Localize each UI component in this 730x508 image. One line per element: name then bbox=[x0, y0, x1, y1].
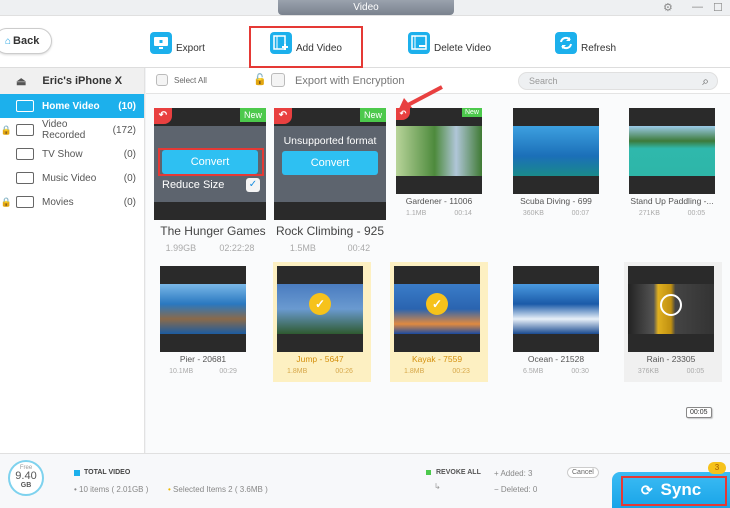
highlight-box-convert bbox=[158, 148, 264, 176]
refresh-label: Refresh bbox=[581, 43, 617, 54]
video-card-hunger-games[interactable]: ↶ New Convert Reduce Size ✓ The Hunger G… bbox=[154, 108, 266, 258]
lock-icon: 🔓 bbox=[253, 74, 267, 86]
video-card-selected[interactable]: ✓ Jump - 5647 1.8MB 00:26 bbox=[273, 262, 371, 382]
gear-icon[interactable]: ⚙ bbox=[663, 1, 673, 14]
highlight-box-sync bbox=[621, 476, 727, 506]
revoke-icon[interactable]: ↶ bbox=[154, 108, 172, 124]
video-card[interactable]: Ocean - 21528 6.5MB 00:30 bbox=[509, 262, 627, 402]
video-thumbnail bbox=[513, 126, 599, 176]
export-encryption-label: Export with Encryption bbox=[295, 75, 405, 87]
total-video-label: TOTAL VIDEO bbox=[84, 469, 131, 476]
sync-count-badge: 3 bbox=[708, 462, 726, 474]
selected-check-icon[interactable]: ✓ bbox=[309, 293, 331, 315]
delete-video-icon bbox=[408, 32, 430, 54]
minimize-icon[interactable]: — bbox=[692, 1, 703, 13]
sidebar: ⏏ Eric's iPhone X Home Video (10) 🔒 Vide… bbox=[0, 68, 145, 453]
window-title: Video bbox=[278, 0, 454, 15]
revoke-arrow-icon: ↳ bbox=[434, 482, 441, 491]
video-card[interactable]: Pier - 20681 10.1MB 00:29 bbox=[156, 262, 274, 402]
sidebar-item-movies[interactable]: 🔒 Movies (0) bbox=[0, 190, 144, 214]
new-badge: New bbox=[461, 108, 482, 117]
device-header[interactable]: ⏏ Eric's iPhone X bbox=[0, 68, 144, 94]
export-icon bbox=[150, 32, 172, 54]
revoke-marker bbox=[426, 470, 431, 475]
revoke-icon[interactable]: ↶ bbox=[274, 108, 292, 124]
tv-icon bbox=[16, 148, 34, 160]
video-thumbnail bbox=[629, 126, 715, 176]
selected-summary: Selected Items 2 ( 3.6MB ) bbox=[173, 485, 268, 494]
delete-video-button[interactable]: Delete Video bbox=[408, 32, 491, 54]
search-icon[interactable]: ⌕ bbox=[702, 73, 709, 89]
lock-icon: 🔒 bbox=[0, 196, 13, 207]
video-card[interactable]: Scuba Diving - 699 360KB 00:07 bbox=[509, 104, 627, 244]
items-summary: 10 items ( 2.01GB ) bbox=[79, 485, 149, 494]
sidebar-item-home-video[interactable]: Home Video (10) bbox=[0, 94, 144, 118]
new-badge: New bbox=[239, 108, 266, 122]
duration-tooltip: 00:05 bbox=[686, 407, 712, 418]
home-video-icon bbox=[16, 100, 34, 112]
video-card-rock-climbing[interactable]: ↶ New Unsupported format Convert Rock Cl… bbox=[274, 108, 386, 258]
sidebar-item-music-video[interactable]: Music Video (0) bbox=[0, 166, 144, 190]
toolbar: ⌂ Back Export Add Video Delete Video Refr… bbox=[0, 16, 730, 68]
back-button[interactable]: ⌂ Back bbox=[0, 28, 52, 54]
total-video-marker bbox=[74, 470, 80, 476]
video-thumbnail bbox=[513, 284, 599, 334]
video-name: Rock Climbing - 925 bbox=[275, 224, 385, 238]
select-all-label: Select All bbox=[174, 76, 207, 85]
video-name: The Hunger Games bbox=[160, 224, 266, 238]
added-count: Added: 3 bbox=[500, 469, 533, 478]
lock-icon: 🔒 bbox=[0, 124, 13, 135]
home-icon: ⌂ bbox=[5, 36, 12, 47]
storage-gauge: Free 9.40 GB bbox=[8, 460, 44, 496]
refresh-icon bbox=[555, 32, 577, 54]
film-icon bbox=[16, 196, 34, 208]
sidebar-item-video-recorded[interactable]: 🔒 Video Recorded (172) bbox=[0, 118, 144, 142]
export-encryption-checkbox[interactable] bbox=[271, 73, 285, 87]
highlight-box-add-video bbox=[249, 26, 363, 68]
video-grid: Select All 🔓 Export with Encryption Sear… bbox=[146, 68, 730, 453]
delete-video-label: Delete Video bbox=[434, 43, 492, 54]
sidebar-item-tv-show[interactable]: TV Show (0) bbox=[0, 142, 144, 166]
video-card[interactable]: Stand Up Paddling -... 271KB 00:05 bbox=[625, 104, 730, 244]
export-label: Export bbox=[176, 43, 205, 54]
video-card-selected[interactable]: ✓ Kayak - 7559 1.8MB 00:23 bbox=[390, 262, 488, 382]
reduce-size-checkbox[interactable]: ✓ bbox=[246, 178, 260, 192]
cancel-button[interactable]: Cancel bbox=[567, 467, 599, 478]
deleted-count: Deleted: 0 bbox=[500, 485, 538, 494]
title-bar: Video ⚙ — ☐ bbox=[0, 0, 730, 16]
play-icon[interactable] bbox=[660, 294, 682, 316]
music-video-icon bbox=[16, 172, 34, 184]
unsupported-format-label: Unsupported format bbox=[283, 135, 377, 147]
convert-button[interactable]: Convert bbox=[282, 151, 378, 175]
refresh-button[interactable]: Refresh bbox=[555, 32, 616, 54]
search-input[interactable]: Search ⌕ bbox=[518, 72, 718, 90]
back-label: Back bbox=[13, 35, 40, 47]
camera-icon bbox=[16, 124, 34, 136]
new-badge: New bbox=[359, 108, 386, 122]
video-thumbnail bbox=[396, 126, 482, 176]
export-button[interactable]: Export bbox=[150, 32, 205, 54]
revoke-icon[interactable]: ↶ bbox=[396, 108, 410, 120]
video-card[interactable]: ↶ New Gardener - 11006 1.1MB 00:14 bbox=[392, 104, 510, 244]
reduce-size-label: Reduce Size bbox=[162, 179, 225, 191]
selected-check-icon[interactable]: ✓ bbox=[426, 293, 448, 315]
video-thumbnail bbox=[160, 284, 246, 334]
select-all-checkbox[interactable] bbox=[156, 74, 168, 86]
eject-icon[interactable]: ⏏ bbox=[16, 75, 26, 88]
video-card-hovered[interactable]: Rain - 23305 376KB 00:05 bbox=[624, 262, 722, 382]
maximize-icon[interactable]: ☐ bbox=[713, 1, 723, 14]
revoke-all-button[interactable]: REVOKE ALL bbox=[436, 469, 481, 476]
device-name: Eric's iPhone X bbox=[42, 75, 123, 87]
